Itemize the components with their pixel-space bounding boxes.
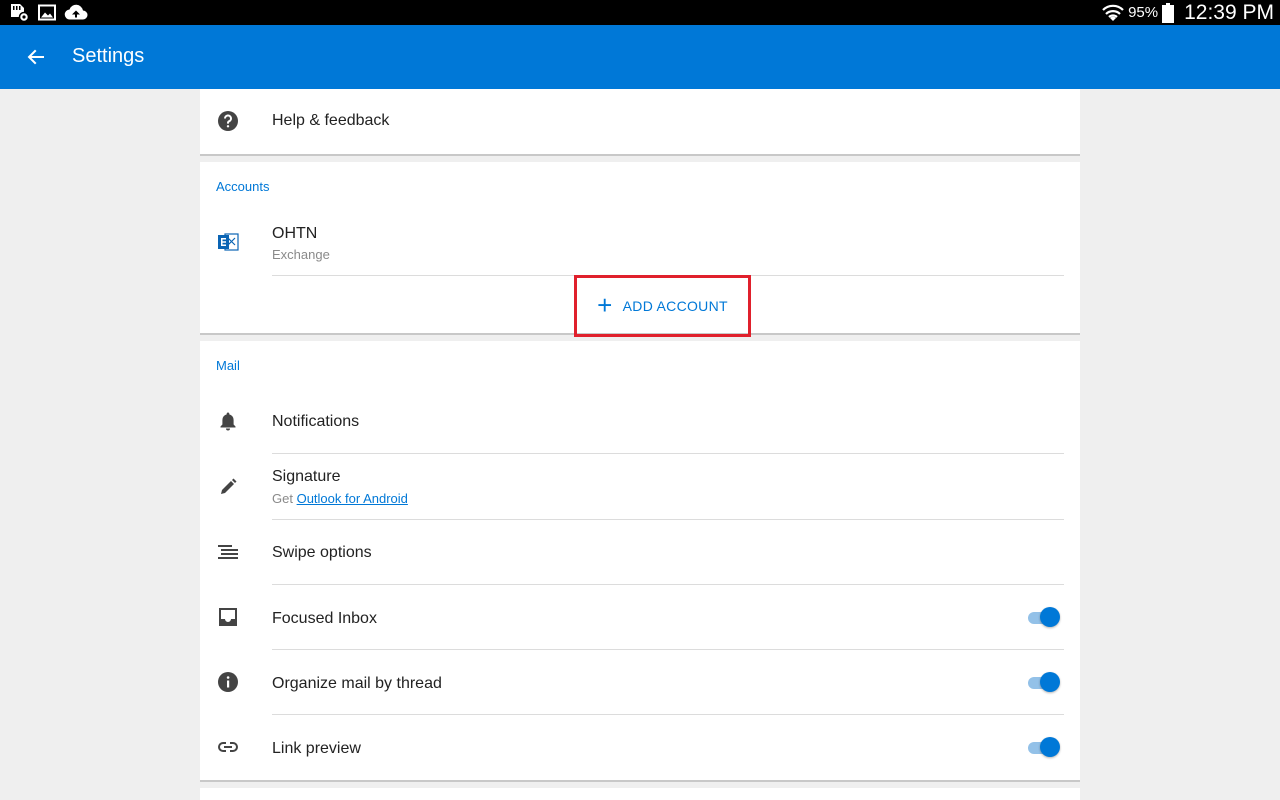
- outlook-android-link[interactable]: Outlook for Android: [297, 491, 408, 506]
- help-icon: [216, 109, 240, 133]
- app-bar: Settings: [0, 25, 1280, 89]
- swipe-options-row[interactable]: Swipe options: [200, 520, 1080, 584]
- pencil-icon: [216, 475, 240, 499]
- bell-icon: [216, 409, 240, 433]
- info-icon: [216, 670, 240, 694]
- signature-sub-prefix: Get: [272, 491, 293, 506]
- add-account-label: ADD ACCOUNT: [622, 298, 728, 314]
- exchange-icon: [216, 230, 240, 254]
- back-button[interactable]: [20, 41, 52, 73]
- notifications-row[interactable]: Notifications: [200, 388, 1080, 453]
- organize-thread-row: Organize mail by thread: [200, 650, 1080, 715]
- signature-label: Signature: [272, 468, 341, 485]
- link-preview-label: Link preview: [272, 740, 361, 757]
- battery-icon: [1162, 2, 1175, 23]
- account-row[interactable]: OHTN Exchange: [200, 212, 1080, 274]
- status-bar: 95% 12:39 PM: [0, 0, 1280, 25]
- focused-inbox-row: Focused Inbox: [200, 585, 1080, 650]
- next-card: [200, 788, 1080, 800]
- help-card: Help & feedback: [200, 89, 1080, 156]
- swipe-options-label: Swipe options: [272, 544, 372, 561]
- cloud-upload-icon: [64, 4, 88, 20]
- inbox-icon: [216, 605, 240, 629]
- mail-section-header: Mail: [216, 358, 240, 373]
- focused-inbox-label: Focused Inbox: [272, 610, 377, 627]
- help-feedback-label: Help & feedback: [272, 112, 390, 129]
- arrow-back-icon: [27, 49, 44, 65]
- page-title: Settings: [72, 45, 145, 67]
- plus-icon: +: [597, 289, 613, 320]
- organize-thread-label: Organize mail by thread: [272, 675, 442, 692]
- link-preview-row: Link preview: [200, 715, 1080, 780]
- accounts-card: Accounts OHTN Exchange + ADD ACCOUNT: [200, 162, 1080, 337]
- link-preview-toggle[interactable]: [1028, 737, 1060, 757]
- signature-sub: Get Outlook for Android: [272, 491, 408, 506]
- account-type: Exchange: [272, 247, 330, 262]
- account-name: OHTN: [272, 225, 318, 242]
- mail-card: Mail Notifications Signature Get Outlook…: [200, 341, 1080, 782]
- add-account-button[interactable]: + ADD ACCOUNT: [574, 275, 751, 337]
- wifi-icon: [1102, 4, 1124, 21]
- battery-percent: 95%: [1128, 4, 1159, 21]
- sd-card-settings-icon: [11, 4, 30, 22]
- link-icon: [216, 735, 240, 759]
- notifications-label: Notifications: [272, 413, 360, 430]
- clock: 12:39 PM: [1184, 0, 1274, 24]
- accounts-section-header: Accounts: [216, 179, 270, 194]
- swipe-lines-icon: [216, 540, 240, 564]
- help-feedback-row[interactable]: Help & feedback: [200, 89, 1080, 154]
- organize-thread-toggle[interactable]: [1028, 672, 1060, 692]
- focused-inbox-toggle[interactable]: [1028, 607, 1060, 627]
- signature-row[interactable]: Signature Get Outlook for Android: [200, 454, 1080, 519]
- image-icon: [38, 4, 56, 21]
